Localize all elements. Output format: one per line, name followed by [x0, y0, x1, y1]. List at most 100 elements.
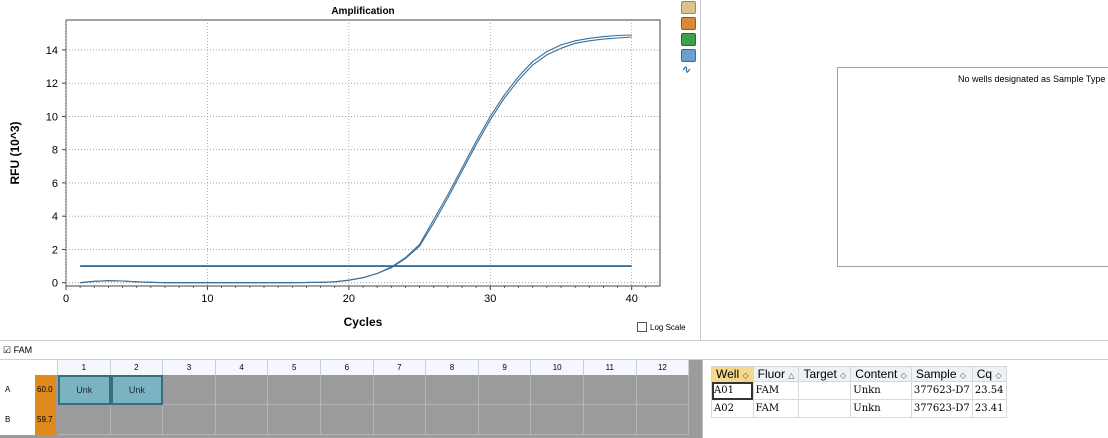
plate-row-header[interactable]: A — [0, 375, 35, 405]
well-results-table: Well ◇ Fluor △ Target ◇ Content ◇ Sample ◇ Cq… — [711, 366, 1007, 418]
column-header-label: Cq — [976, 367, 996, 381]
table-header-row: Well ◇ Fluor △ Target ◇ Content ◇ Sample ◇ Cq… — [711, 366, 1007, 382]
plate-well[interactable] — [321, 405, 374, 435]
chart-settings-icon[interactable] — [681, 17, 696, 30]
fluorophore-selector[interactable]: ☑ FAM — [3, 341, 32, 359]
plate-well[interactable] — [531, 405, 584, 435]
table-cell-content[interactable]: Unkn — [850, 381, 912, 400]
plate-well[interactable] — [426, 375, 479, 405]
y-tick-label: 4 — [52, 211, 58, 223]
plate-column-header[interactable]: 6 — [321, 360, 374, 375]
plate-well[interactable] — [215, 375, 269, 405]
plate-well[interactable] — [215, 405, 269, 435]
table-body: A01 FAM Unkn 377623-D7 23.54 A02 FAM Unkn 377623… — [711, 381, 1007, 418]
column-header-well[interactable]: Well ◇ — [711, 366, 754, 382]
column-header-label: Fluor — [757, 367, 789, 381]
sort-icon[interactable]: ◇ — [840, 371, 846, 380]
plate-well[interactable] — [584, 375, 637, 405]
table-cell-well[interactable]: A01 — [711, 381, 754, 400]
plate-column-header[interactable]: 1 — [58, 360, 111, 375]
plate-well[interactable] — [373, 405, 427, 435]
amplification-chart-panel: 0 2 4 6 8 10 12 14 0 10 20 30 40 Amplification Cycles R… — [0, 0, 700, 340]
plate-well[interactable] — [373, 375, 427, 405]
table-cell-cq[interactable]: 23.54 — [971, 381, 1007, 400]
plate-row-header[interactable]: B — [0, 405, 35, 435]
plate-well[interactable] — [58, 405, 111, 435]
log-scale-label: Log Scale — [650, 322, 686, 332]
print-icon[interactable] — [681, 49, 696, 62]
table-cell-fluor[interactable]: FAM — [752, 399, 800, 418]
no-standards-message: No wells designated as Sample Type stan — [958, 74, 1108, 84]
table-cell-well[interactable]: A02 — [711, 399, 754, 418]
plate-well[interactable] — [531, 375, 584, 405]
column-header-cq[interactable]: Cq ◇ — [971, 366, 1007, 382]
plate-view: 1 2 3 4 5 6 7 8 9 10 11 12 A 60.0 Unk Unk B 59.7 — [0, 360, 702, 438]
plate-corner — [0, 360, 58, 375]
table-cell-cq[interactable]: 23.41 — [971, 399, 1007, 418]
column-header-fluor[interactable]: Fluor △ — [752, 366, 800, 382]
y-tick-label: 10 — [46, 111, 58, 123]
plate-column-header[interactable]: 7 — [373, 360, 427, 375]
sort-icon[interactable]: ◇ — [960, 371, 966, 380]
plate-well[interactable] — [636, 405, 690, 435]
x-tick-label: 30 — [484, 293, 496, 305]
y-tick-label: 2 — [52, 244, 58, 256]
plate-well[interactable] — [268, 405, 321, 435]
amplification-chart: 0 2 4 6 8 10 12 14 0 10 20 30 40 Amplification Cycles R… — [8, 6, 661, 329]
plate-well[interactable] — [478, 375, 532, 405]
column-header-target[interactable]: Target ◇ — [798, 366, 852, 382]
y-tick-label: 8 — [52, 145, 58, 157]
plate-column-header[interactable]: 2 — [110, 360, 164, 375]
column-header-label: Target — [803, 367, 841, 381]
table-cell-sample[interactable]: 377623-D7 — [910, 399, 973, 418]
column-header-label: Sample — [915, 367, 960, 381]
log-scale-option[interactable]: Log Scale — [637, 322, 686, 332]
column-header-content[interactable]: Content ◇ — [850, 366, 912, 382]
plate-column-header[interactable]: 11 — [584, 360, 637, 375]
plate-well[interactable]: Unk — [58, 375, 111, 405]
plate-well[interactable] — [268, 375, 321, 405]
table-row[interactable]: A01 FAM Unkn 377623-D7 23.54 — [711, 381, 1007, 400]
table-cell-target[interactable] — [798, 399, 852, 418]
y-tick-label: 12 — [46, 78, 58, 90]
export-icon[interactable] — [681, 33, 696, 46]
plate-column-header[interactable]: 3 — [163, 360, 216, 375]
trace-style-icon[interactable]: ∿ — [681, 65, 694, 76]
gradient-temperature: 60.0 — [35, 375, 56, 405]
table-cell-sample[interactable]: 377623-D7 — [910, 381, 973, 400]
plate-well[interactable]: Unk — [110, 375, 164, 405]
x-tick-label: 10 — [201, 293, 213, 305]
copy-icon[interactable] — [681, 1, 696, 14]
plate-column-header[interactable]: 10 — [531, 360, 584, 375]
sort-icon[interactable]: ◇ — [995, 371, 1001, 380]
table-cell-content[interactable]: Unkn — [850, 399, 912, 418]
plate-well[interactable] — [426, 405, 479, 435]
sort-icon[interactable]: ◇ — [742, 371, 748, 380]
sort-icon[interactable]: ◇ — [901, 371, 907, 380]
gradient-temperature: 59.7 — [35, 405, 56, 435]
fluorophore-bar: ☑ FAM — [0, 340, 1108, 360]
log-scale-checkbox[interactable] — [637, 322, 647, 332]
x-tick-label: 20 — [343, 293, 355, 305]
plate-well[interactable] — [163, 405, 216, 435]
table-cell-target[interactable] — [798, 381, 852, 400]
plate-column-header[interactable]: 12 — [636, 360, 690, 375]
plate-column-header[interactable]: 4 — [215, 360, 269, 375]
sort-icon[interactable]: △ — [788, 371, 794, 380]
plate-well[interactable] — [636, 375, 690, 405]
table-cell-fluor[interactable]: FAM — [752, 381, 800, 400]
table-row[interactable]: A02 FAM Unkn 377623-D7 23.41 — [711, 399, 1007, 418]
plate-column-header[interactable]: 8 — [426, 360, 479, 375]
plate-well[interactable] — [110, 405, 164, 435]
plate-column-header[interactable]: 9 — [478, 360, 532, 375]
plate-well[interactable] — [321, 375, 374, 405]
chart-toolbar: ∿ — [678, 0, 698, 80]
x-tick-label: 0 — [63, 293, 69, 305]
plot-frame — [65, 19, 661, 287]
column-header-sample[interactable]: Sample ◇ — [910, 366, 973, 382]
plate-well[interactable] — [478, 405, 532, 435]
column-header-label: Well — [716, 367, 743, 381]
plate-well[interactable] — [584, 405, 637, 435]
plate-well[interactable] — [163, 375, 216, 405]
plate-column-header[interactable]: 5 — [268, 360, 321, 375]
